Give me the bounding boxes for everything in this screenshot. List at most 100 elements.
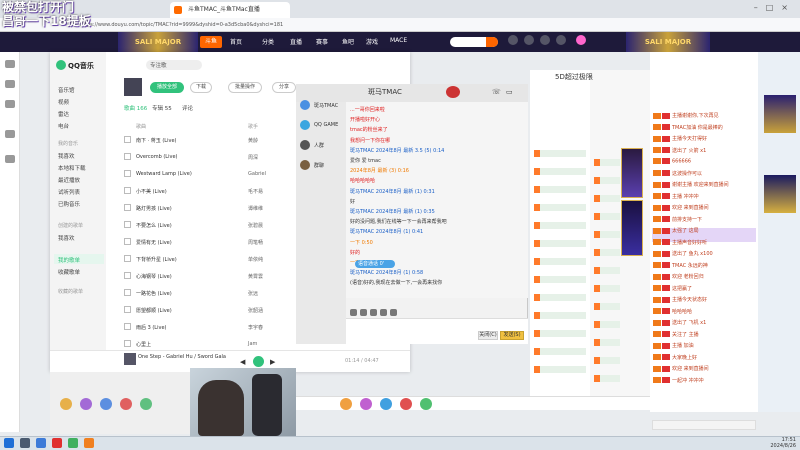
song-title[interactable]: 路灯男孩 (Live)	[136, 205, 172, 212]
tab-comments[interactable]: 评论	[182, 104, 193, 112]
danmaku-input[interactable]	[652, 420, 756, 430]
banner-right[interactable]: SALI MAJOR	[626, 32, 710, 52]
song-title[interactable]: 爱情有无 (Live)	[136, 239, 172, 246]
song-checkbox[interactable]	[124, 255, 131, 262]
song-title[interactable]: 雨后 3 (Live)	[136, 324, 166, 331]
contact-item[interactable]: 人群	[314, 142, 324, 149]
ad-banner[interactable]	[764, 175, 796, 213]
song-title[interactable]: 南下 · 蒋玉 (Live)	[136, 137, 176, 144]
gift-icon[interactable]	[80, 398, 92, 410]
gift-icon[interactable]	[340, 398, 352, 410]
gift-icon[interactable]	[120, 398, 132, 410]
now-playing-cover[interactable]	[124, 353, 136, 365]
song-checkbox[interactable]	[124, 170, 131, 177]
message-icon[interactable]	[540, 35, 550, 45]
pause-button[interactable]	[253, 356, 264, 367]
sidebar-home-icon[interactable]	[5, 60, 15, 68]
sidebar-live-icon[interactable]	[5, 80, 15, 88]
song-artist[interactable]: Jam	[248, 341, 257, 347]
gift-icon[interactable]	[420, 398, 432, 410]
send-button[interactable]: 发送(S)	[500, 331, 524, 340]
song-checkbox[interactable]	[124, 289, 131, 296]
taskbar-app-icon[interactable]	[84, 438, 94, 448]
song-artist[interactable]: 谭维维	[248, 205, 263, 212]
play-all-button[interactable]: 播放全部	[150, 82, 184, 93]
nav-home[interactable]: 首页	[230, 37, 242, 46]
song-artist[interactable]: 周笔畅	[248, 239, 263, 246]
nav-live[interactable]: 直播	[290, 37, 302, 46]
sidebar-follow-icon[interactable]	[5, 130, 15, 138]
sidebar-item-local[interactable]: 本地和下载	[58, 164, 86, 172]
song-checkbox[interactable]	[124, 204, 131, 211]
song-title[interactable]: 下背桥升星 (Live)	[136, 256, 177, 263]
taskbar-app-icon[interactable]	[36, 438, 46, 448]
nav-events[interactable]: 赛事	[316, 37, 328, 46]
tab-songs[interactable]: 歌曲 166	[124, 104, 147, 112]
song-title[interactable]: 小不美 (Live)	[136, 188, 167, 195]
song-checkbox[interactable]	[124, 221, 131, 228]
sidebar-item-radar[interactable]: 雷达	[58, 110, 69, 118]
nav-fishbar[interactable]: 鱼吧	[342, 37, 354, 46]
song-title[interactable]: 心里上	[136, 341, 151, 348]
song-artist[interactable]: 张韶涵	[248, 307, 263, 314]
song-checkbox[interactable]	[124, 187, 131, 194]
sidebar-item-created-fav[interactable]: 我喜欢	[58, 234, 75, 242]
sidebar-item-radio[interactable]: 电台	[58, 122, 69, 130]
taskbar-app-icon[interactable]	[52, 438, 62, 448]
gift-icon[interactable]	[360, 398, 372, 410]
voice-message[interactable]: 语音通话 0'	[355, 260, 395, 268]
event-thumbnail[interactable]	[621, 148, 643, 198]
search-icon[interactable]	[486, 37, 498, 47]
taskbar-app-icon[interactable]	[20, 438, 30, 448]
next-icon[interactable]: ▶	[270, 358, 275, 366]
avatar[interactable]	[576, 35, 586, 45]
douyu-logo[interactable]: 斗鱼	[200, 36, 222, 48]
sidebar-item-favorites[interactable]: 我喜欢	[58, 152, 75, 160]
url-text[interactable]: https://www.douyu.com/topic/TMAC?rid=999…	[80, 20, 380, 30]
close-button[interactable]: 关闭(C)	[478, 331, 498, 340]
video-icon[interactable]: ▭	[506, 88, 513, 96]
gift-icon[interactable]	[400, 398, 412, 410]
browser-tab[interactable]: 斗鱼TMAC_斗鱼TMac直播	[170, 2, 290, 18]
song-artist[interactable]: 周深	[248, 154, 258, 161]
history-icon[interactable]	[508, 35, 518, 45]
song-title[interactable]: 心海钢琴 (Live)	[136, 273, 172, 280]
batch-button[interactable]: 批量操作	[228, 82, 262, 93]
playlist-cover[interactable]	[124, 78, 142, 96]
folder-icon[interactable]	[370, 309, 377, 316]
song-checkbox[interactable]	[124, 136, 131, 143]
download-icon[interactable]	[556, 35, 566, 45]
contact-avatar[interactable]	[300, 120, 310, 130]
sidebar-item-collected[interactable]: 收藏歌单	[58, 268, 80, 276]
song-artist[interactable]: 毛不易	[248, 188, 263, 195]
sidebar-game-icon[interactable]	[5, 155, 15, 163]
gift-icon[interactable]	[140, 398, 152, 410]
download-button[interactable]: 下载	[190, 82, 212, 93]
contact-avatar[interactable]	[300, 100, 310, 110]
contact-avatar[interactable]	[300, 160, 310, 170]
gift-icon[interactable]	[100, 398, 112, 410]
song-artist[interactable]: 张远	[248, 290, 258, 297]
nav-category[interactable]: 分类	[262, 37, 274, 46]
song-checkbox[interactable]	[124, 238, 131, 245]
song-title[interactable]: 不要怎么 (Live)	[136, 222, 172, 229]
song-title[interactable]: Westward Lamp (Live)	[136, 171, 192, 177]
gift-icon[interactable]	[380, 398, 392, 410]
chat-avatar-icon[interactable]	[446, 86, 460, 98]
mic-icon[interactable]	[390, 309, 397, 316]
contact-item[interactable]: 斑马TMAC	[314, 102, 338, 109]
ad-banner[interactable]	[764, 95, 796, 133]
song-title[interactable]: 一路花色 (Live)	[136, 290, 172, 297]
start-icon[interactable]	[4, 438, 14, 448]
sidebar-item-video[interactable]: 视频	[58, 98, 69, 106]
song-checkbox[interactable]	[124, 272, 131, 279]
sidebar-category-icon[interactable]	[5, 100, 15, 108]
window-controls[interactable]: –□×	[754, 3, 796, 12]
song-title[interactable]: 愿望都顺 (Live)	[136, 307, 172, 314]
sidebar-item-my-playlist[interactable]: 我的歌单	[58, 256, 80, 264]
sidebar-item-music-hall[interactable]: 音乐馆	[58, 86, 75, 94]
song-artist[interactable]: Gabriel	[248, 171, 266, 177]
event-thumbnail[interactable]	[621, 200, 643, 256]
emoji-icon[interactable]	[350, 309, 357, 316]
nav-mace[interactable]: MACE	[390, 37, 407, 44]
